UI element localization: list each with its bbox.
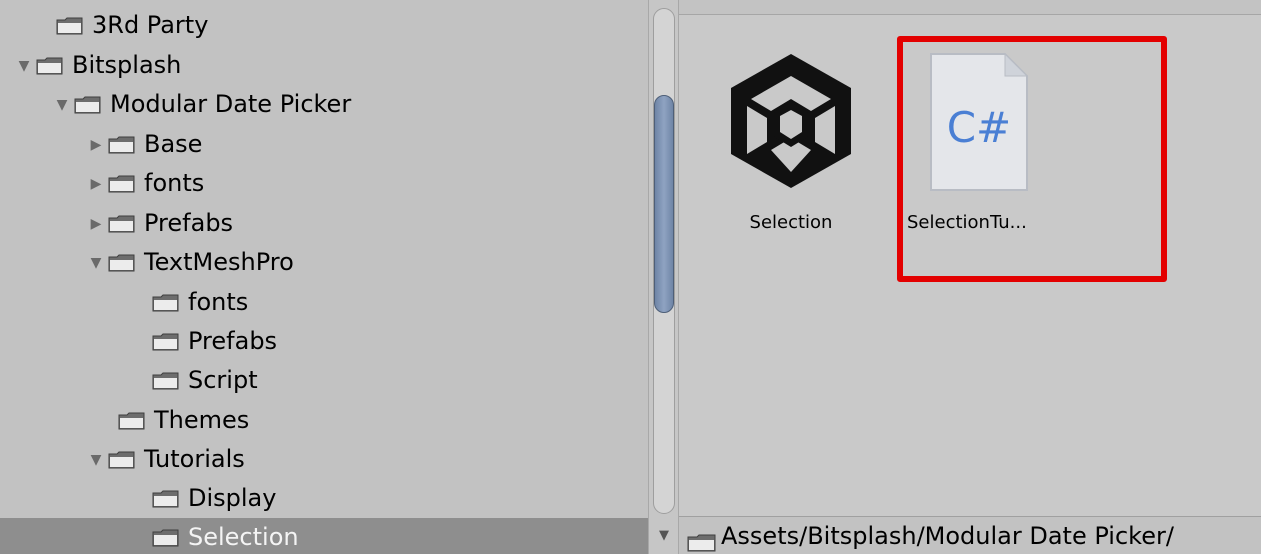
tree-item[interactable]: Themes — [0, 401, 648, 440]
scroll-thumb[interactable] — [654, 95, 674, 313]
tree-item[interactable]: ▼ Modular Date Picker — [0, 85, 648, 124]
project-tree: 3Rd Party ▼ Bitsplash ▼ Modular Date Picker ▶… — [0, 0, 648, 554]
tree-item[interactable]: ▼ Bitsplash — [0, 46, 648, 85]
folder-icon — [152, 371, 180, 391]
collapse-right-arrow-icon[interactable]: ▶ — [88, 164, 104, 203]
asset-browser: Selection C# SelectionTu... Assets/Bitsp… — [679, 0, 1261, 554]
unity-logo-icon — [723, 50, 859, 190]
tree-item-label: Prefabs — [144, 209, 234, 237]
tree-item[interactable]: ▶ fonts — [0, 164, 648, 203]
tree-item-label: TextMeshPro — [144, 248, 294, 276]
tree-item-label: Selection — [188, 523, 299, 551]
folder-icon — [108, 450, 136, 470]
tree-scrollbar[interactable]: ▼ — [648, 0, 679, 554]
tree-item-label: Prefabs — [188, 327, 278, 355]
tree-item-label: Tutorials — [144, 445, 245, 473]
path-text[interactable]: Assets/Bitsplash/Modular Date Picker/ — [721, 517, 1174, 554]
highlight-box — [897, 36, 1167, 282]
tree-item[interactable]: 3Rd Party — [0, 6, 648, 45]
expand-down-arrow-icon[interactable]: ▼ — [16, 46, 32, 85]
asset-label: Selection — [749, 212, 833, 233]
folder-icon — [74, 95, 102, 115]
tree-item-label: 3Rd Party — [92, 11, 209, 39]
tree-item-label: Themes — [154, 406, 250, 434]
folder-icon — [687, 526, 717, 552]
folder-icon — [36, 56, 64, 76]
collapse-right-arrow-icon[interactable]: ▶ — [88, 125, 104, 164]
tree-item[interactable]: ▶ Prefabs — [0, 204, 648, 243]
folder-icon — [108, 253, 136, 273]
tree-item[interactable]: ▼ Tutorials — [0, 440, 648, 479]
folder-icon — [108, 174, 136, 194]
tree-item-label: Bitsplash — [72, 51, 182, 79]
expand-down-arrow-icon[interactable]: ▼ — [88, 243, 104, 282]
folder-icon — [152, 332, 180, 352]
folder-icon — [108, 214, 136, 234]
tree-item[interactable]: ▼ TextMeshPro — [0, 243, 648, 282]
path-bar: Assets/Bitsplash/Modular Date Picker/ — [679, 516, 1261, 554]
tree-item-label: Base — [144, 130, 203, 158]
folder-icon — [108, 135, 136, 155]
scroll-down-arrow-icon[interactable]: ▼ — [654, 526, 674, 546]
tree-item[interactable]: Display — [0, 479, 648, 518]
folder-icon — [152, 293, 180, 313]
folder-icon — [152, 489, 180, 509]
collapse-right-arrow-icon[interactable]: ▶ — [88, 204, 104, 243]
tree-item[interactable]: Script — [0, 361, 648, 400]
folder-icon — [118, 411, 146, 431]
tree-item[interactable]: Prefabs — [0, 322, 648, 361]
tree-item-label: Display — [188, 484, 277, 512]
tree-item[interactable]: ▶ Base — [0, 125, 648, 164]
expand-down-arrow-icon[interactable]: ▼ — [54, 85, 70, 124]
asset-item-selection-scene[interactable]: Selection — [721, 50, 861, 245]
tree-item-label: Script — [188, 366, 258, 394]
tree-item[interactable]: Selection — [0, 518, 648, 554]
tree-item-label: fonts — [144, 169, 205, 197]
asset-browser-header — [679, 0, 1261, 15]
tree-item-label: fonts — [188, 288, 249, 316]
tree-item[interactable]: fonts — [0, 283, 648, 322]
folder-icon — [56, 16, 84, 36]
folder-icon — [152, 528, 180, 548]
expand-down-arrow-icon[interactable]: ▼ — [88, 440, 104, 479]
tree-item-label: Modular Date Picker — [110, 90, 352, 118]
